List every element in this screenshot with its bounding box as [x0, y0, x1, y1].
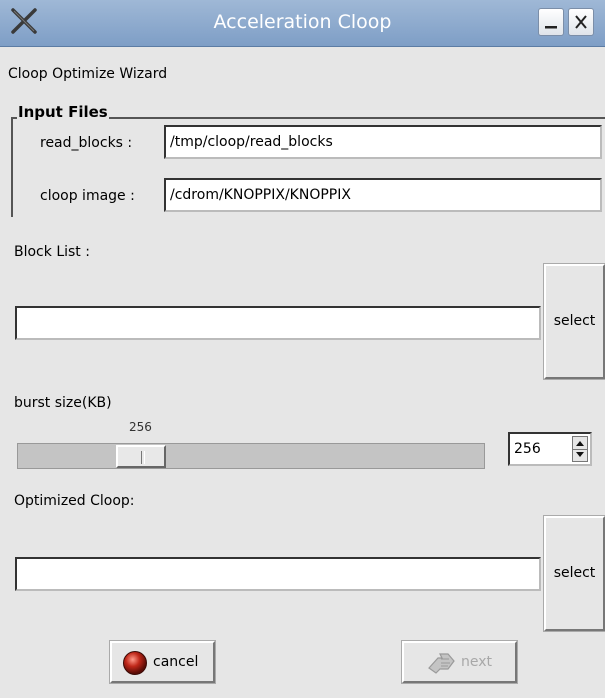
arrow-down-icon: [576, 452, 584, 457]
arrow-up-icon: [576, 441, 584, 446]
read-blocks-label: read_blocks :: [40, 135, 133, 151]
block-list-select-button[interactable]: select: [543, 263, 605, 380]
slider-grip-icon: [141, 451, 145, 464]
spinbox-value[interactable]: 256: [514, 441, 541, 457]
next-button[interactable]: next: [401, 640, 518, 684]
burst-size-spinbox[interactable]: 256: [508, 432, 592, 466]
title-bar[interactable]: Acceleration Cloop: [0, 0, 605, 47]
read-blocks-field[interactable]: /tmp/cloop/read_blocks: [164, 125, 602, 159]
block-list-field[interactable]: [15, 306, 541, 340]
block-list-label: Block List :: [14, 244, 90, 260]
minimize-button[interactable]: [538, 8, 564, 36]
wizard-heading: Cloop Optimize Wizard: [8, 66, 168, 82]
cloop-image-label: cloop image :: [40, 188, 135, 204]
optimized-cloop-label: Optimized Cloop:: [14, 493, 135, 509]
burst-size-slider[interactable]: [17, 443, 485, 469]
optimized-cloop-field[interactable]: [15, 557, 541, 591]
minimize-icon: [545, 26, 557, 29]
slider-value-label: 256: [129, 420, 152, 434]
input-files-group-title: Input Files: [17, 103, 109, 121]
close-button[interactable]: [568, 8, 594, 36]
red-ball-icon: [123, 651, 147, 675]
window-title: Acceleration Cloop: [213, 11, 392, 33]
next-label: next: [461, 654, 493, 670]
slider-thumb[interactable]: [116, 445, 166, 468]
cancel-label: cancel: [153, 654, 199, 670]
cancel-button[interactable]: cancel: [109, 640, 216, 684]
spin-down-button[interactable]: [573, 449, 587, 461]
close-icon: [575, 15, 587, 29]
optimized-select-button[interactable]: select: [543, 515, 605, 632]
spin-buttons[interactable]: [572, 436, 588, 462]
cloop-image-field[interactable]: /cdrom/KNOPPIX/KNOPPIX: [164, 178, 602, 212]
burst-size-label: burst size(KB): [14, 395, 112, 411]
hand-arrow-icon: [428, 653, 455, 674]
